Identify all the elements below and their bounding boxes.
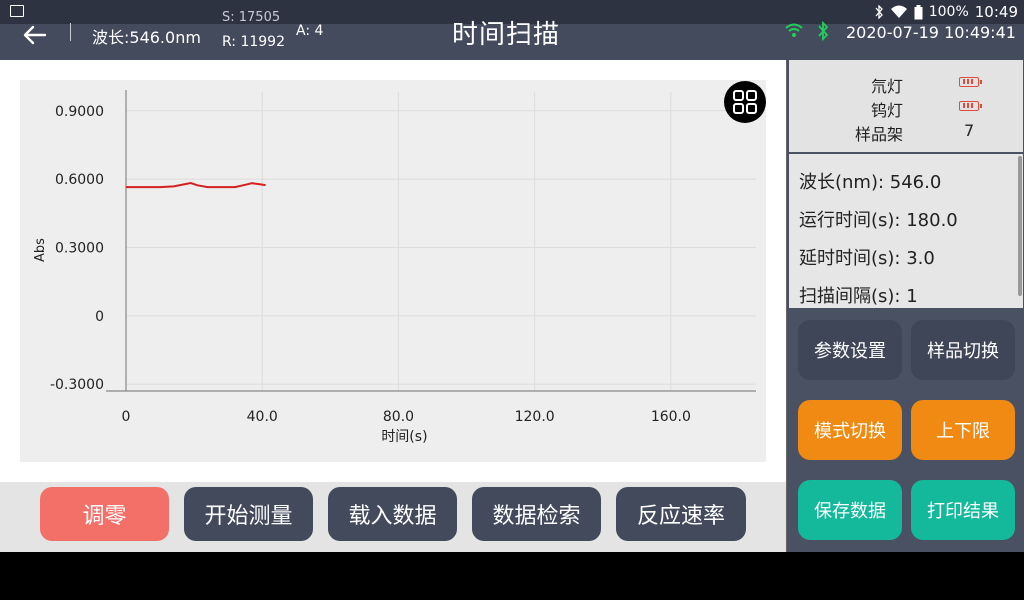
datetime-display: 2020-07-19 10:49:41 bbox=[846, 23, 1016, 42]
x-tick-label: 40.0 bbox=[247, 409, 278, 425]
x-tick-label: 80.0 bbox=[383, 409, 414, 425]
deuterium-lamp-label: 氘灯 bbox=[870, 77, 903, 96]
parameter-scrollbar[interactable] bbox=[1018, 156, 1022, 296]
sample-switch-button[interactable]: 样品切换 bbox=[911, 320, 1015, 380]
wifi-connected-icon bbox=[785, 23, 803, 37]
gain-value: A: 4 bbox=[296, 23, 324, 39]
y-tick-label: 0.6000 bbox=[55, 172, 104, 188]
sample-signal-value: S: 17505 bbox=[222, 10, 281, 25]
app-header: 波长:546.0nm S: 17505 R: 11992 A: 4 时间扫描 2… bbox=[0, 10, 1024, 60]
chart-canvas: -0.3000 0 0.3000 0.6000 0.9000 0 40.0 80.0 120.0… bbox=[33, 90, 756, 445]
start-measure-button[interactable]: 开始测量 bbox=[184, 487, 313, 541]
y-tick-label: -0.3000 bbox=[50, 377, 104, 393]
tungsten-lamp-label: 钨灯 bbox=[870, 101, 903, 120]
current-wavelength: 波长:546.0nm bbox=[92, 28, 201, 47]
tungsten-lamp-indicator-icon bbox=[959, 101, 982, 111]
parameter-settings-button[interactable]: 参数设置 bbox=[798, 320, 902, 380]
wifi-signal-icon bbox=[890, 5, 907, 18]
deuterium-lamp-indicator-icon bbox=[959, 77, 982, 87]
parameter-list[interactable]: 波长(nm): 546.0 运行时间(s): 180.0 延时时间(s): 3.… bbox=[789, 154, 1023, 308]
y-tick-label: 0 bbox=[95, 309, 104, 325]
y-tick-label: 0.3000 bbox=[55, 240, 104, 256]
system-clock: 10:49 bbox=[974, 3, 1018, 21]
x-axis-title: 时间(s) bbox=[381, 429, 427, 445]
time-scan-chart[interactable]: -0.3000 0 0.3000 0.6000 0.9000 0 40.0 80.0 120.0… bbox=[20, 80, 766, 462]
bottom-action-bar: 调零 开始测量 载入数据 数据检索 反应速率 bbox=[0, 482, 786, 552]
save-data-button[interactable]: 保存数据 bbox=[798, 480, 902, 540]
sample-holder-value: 7 bbox=[964, 121, 975, 140]
battery-percent: 100% bbox=[928, 4, 969, 20]
reference-signal-value: R: 11992 bbox=[222, 34, 285, 50]
lamp-status-box: 氘灯 钨灯 样品架 7 bbox=[789, 60, 1023, 152]
bluetooth-connected-icon bbox=[818, 21, 829, 41]
param-delay-time: 延时时间(s): 3.0 bbox=[799, 248, 935, 269]
sample-holder-label: 样品架 bbox=[854, 125, 903, 144]
page-title: 时间扫描 bbox=[452, 20, 561, 50]
reaction-rate-button[interactable]: 反应速率 bbox=[616, 487, 746, 541]
bluetooth-icon bbox=[875, 5, 883, 19]
mode-switch-button[interactable]: 模式切换 bbox=[798, 400, 902, 460]
battery-icon bbox=[914, 4, 923, 19]
main-content: -0.3000 0 0.3000 0.6000 0.9000 0 40.0 80.0 120.0… bbox=[0, 60, 786, 482]
layout-grid-button[interactable] bbox=[724, 81, 766, 123]
grid-layout-icon bbox=[733, 90, 757, 114]
param-run-time: 运行时间(s): 180.0 bbox=[799, 210, 958, 231]
limits-button[interactable]: 上下限 bbox=[911, 400, 1015, 460]
param-wavelength: 波长(nm): 546.0 bbox=[799, 172, 942, 193]
status-icons: 100% 10:49 bbox=[874, 3, 1018, 21]
absorbance-series-line bbox=[126, 181, 266, 189]
x-tick-label: 120.0 bbox=[515, 409, 555, 425]
navigation-bar bbox=[0, 552, 1024, 600]
header-separator bbox=[70, 23, 71, 41]
load-data-button[interactable]: 载入数据 bbox=[328, 487, 457, 541]
y-tick-label: 0.9000 bbox=[55, 104, 104, 120]
data-search-button[interactable]: 数据检索 bbox=[472, 487, 601, 541]
x-tick-label: 0 bbox=[122, 409, 131, 425]
back-arrow-icon[interactable] bbox=[20, 20, 50, 50]
x-tick-label: 160.0 bbox=[651, 409, 691, 425]
zero-button[interactable]: 调零 bbox=[40, 487, 169, 541]
image-notification-icon bbox=[10, 5, 24, 17]
param-scan-interval: 扫描间隔(s): 1 bbox=[799, 286, 918, 307]
side-panel: 氘灯 钨灯 样品架 7 波长(nm): 546.0 运行时间(s): 180.0… bbox=[786, 60, 1024, 552]
print-result-button[interactable]: 打印结果 bbox=[911, 480, 1015, 540]
y-axis-title: Abs bbox=[33, 238, 48, 262]
